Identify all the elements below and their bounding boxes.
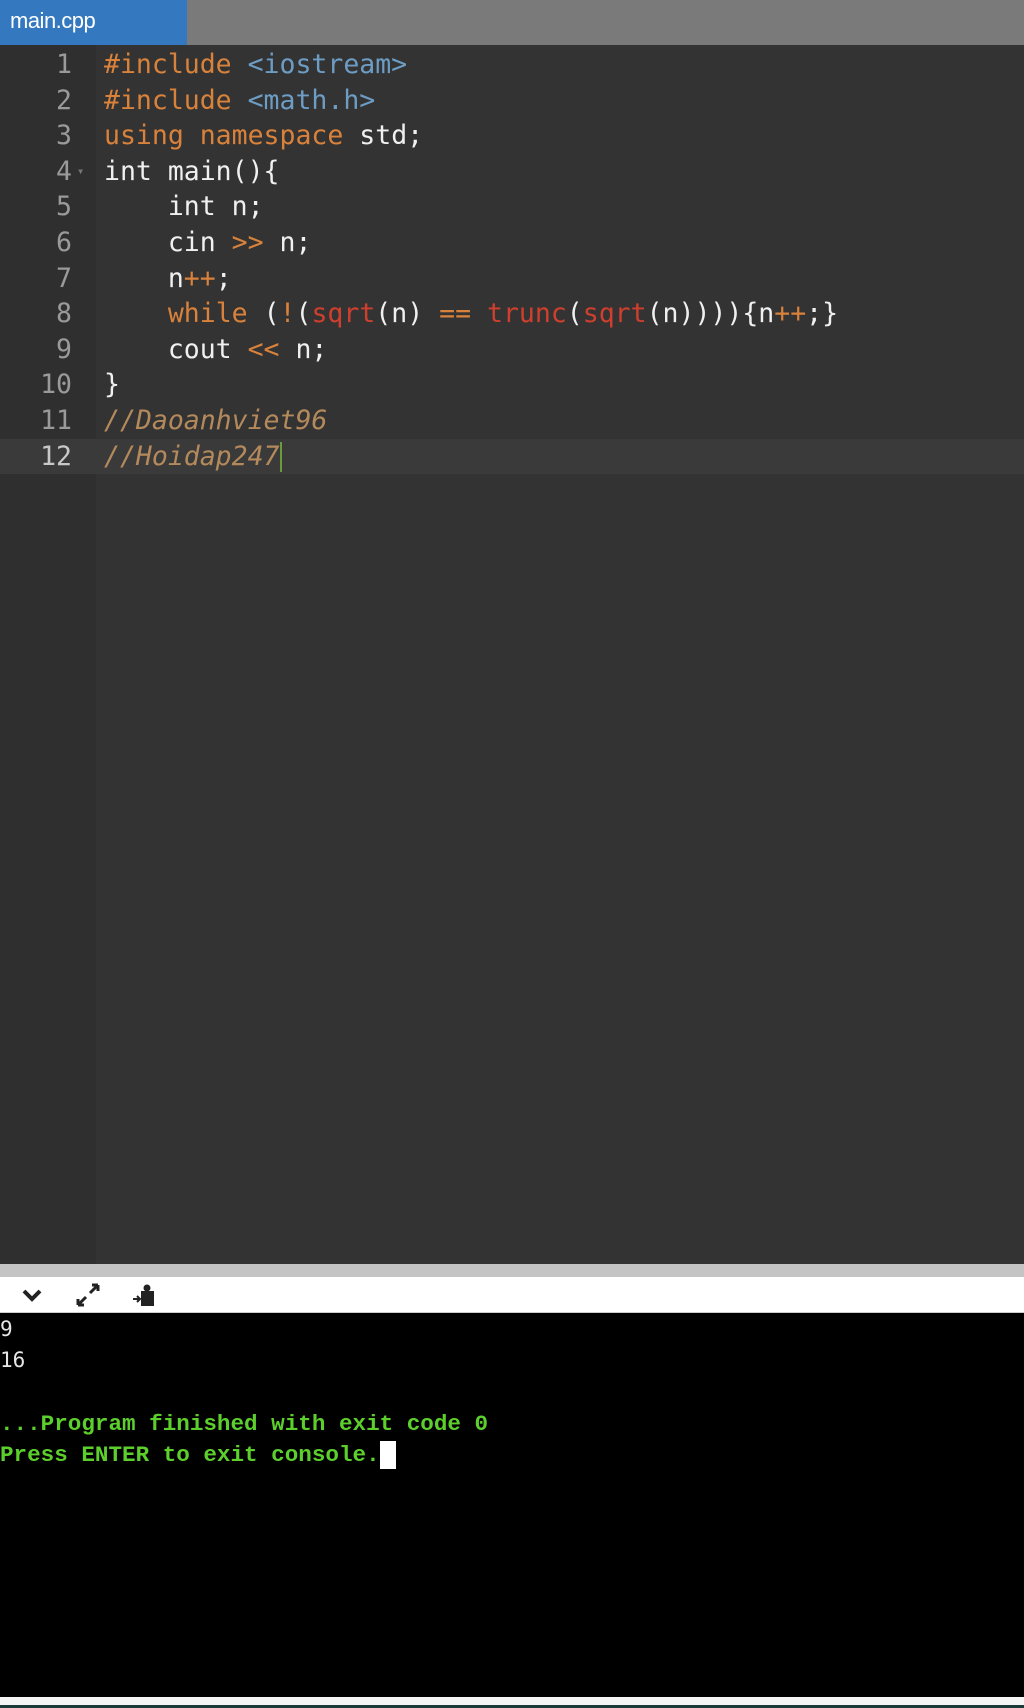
code-token: int n; [104, 191, 264, 223]
exit-prompt-text: Press ENTER to exit console. [0, 1442, 380, 1468]
code-token: (n)))){n [646, 298, 775, 330]
line-number: 2 [56, 84, 72, 116]
code-text: using namespace std; [104, 118, 423, 154]
code-line[interactable]: 5 int n; [0, 189, 1024, 225]
code-text: while (!(sqrt(n) == trunc(sqrt(n)))){n++… [104, 296, 838, 332]
expand-icon[interactable] [74, 1281, 102, 1309]
code-token: ( [295, 298, 312, 330]
code-text: cout << n; [104, 332, 328, 368]
code-token: ++ [774, 298, 807, 330]
code-token: (n) [375, 298, 440, 330]
code-line[interactable]: 10} [0, 367, 1024, 403]
code-token: while [167, 298, 248, 330]
line-number: 5 [56, 191, 72, 223]
chevron-down-icon[interactable] [18, 1281, 46, 1309]
code-token: //Hoidap247 [104, 440, 280, 472]
line-number: 6 [56, 227, 72, 258]
status-bar [0, 1697, 1024, 1705]
code-token: <math.h> [247, 84, 376, 116]
code-line[interactable]: 2 #include <math.h> [0, 83, 1024, 119]
code-token: std; [343, 120, 424, 152]
panel-resize-handle[interactable] [0, 1264, 1024, 1277]
code-token: cout [104, 333, 248, 365]
console-output[interactable]: 9 16 ...Program finished with exit code … [0, 1313, 1024, 1697]
code-token: << [247, 333, 280, 365]
code-token: sqrt [582, 298, 647, 330]
code-text: int main(){ [104, 154, 280, 190]
code-token: >> [231, 227, 264, 258]
line-number: 8 [56, 298, 72, 330]
text-caret [279, 442, 282, 473]
line-number: 3 [56, 120, 72, 152]
stop-icon[interactable] [130, 1281, 158, 1309]
code-text: } [104, 367, 120, 403]
code-token: trunc [487, 298, 567, 330]
code-line[interactable]: 3 using namespace std; [0, 118, 1024, 154]
exit-status-text: ...Program finished with exit code 0 [0, 1411, 489, 1437]
code-line[interactable]: 11 //Daoanhviet96 [0, 403, 1024, 439]
code-token: ++ [183, 262, 216, 294]
code-token: n [104, 262, 184, 294]
tab-main-cpp[interactable]: main.cpp [0, 0, 187, 45]
tab-bar: main.cpp [0, 0, 1024, 45]
code-token: ( [247, 298, 280, 330]
code-token: ! [279, 298, 296, 330]
code-line[interactable]: 1 #include <iostream> [0, 47, 1024, 83]
code-token: == [439, 298, 472, 330]
code-editor[interactable]: 1 #include <iostream> 2 #include <math.h> 3 u… [0, 45, 1024, 1264]
console-output-line: 16 [0, 1348, 26, 1372]
code-line[interactable]: 9 cout << n; [0, 332, 1024, 368]
code-text: //Daoanhviet96 [104, 403, 327, 439]
code-line[interactable]: 8 while (!(sqrt(n) == trunc(sqrt(n)))){n… [0, 296, 1024, 332]
code-line[interactable]: 6 cin >> n; [0, 225, 1024, 261]
code-token: cin [104, 227, 232, 258]
console-cursor [379, 1441, 396, 1470]
code-line[interactable]: 4 ▾ int main(){ [0, 154, 1024, 190]
line-number: 4 [56, 155, 72, 187]
line-number: 10 [40, 369, 72, 401]
code-token: //Daoanhviet96 [104, 405, 328, 436]
line-number: 7 [56, 262, 72, 294]
code-token: } [104, 369, 120, 401]
code-text: n++; [104, 261, 232, 297]
code-token: n; [279, 333, 328, 365]
code-text: int n; [104, 189, 264, 225]
line-number: 1 [56, 49, 72, 80]
code-token: sqrt [311, 298, 376, 330]
fold-toggle-icon[interactable]: ▾ [77, 154, 84, 190]
code-text: cin >> n; [104, 225, 312, 261]
line-number: 12 [40, 440, 72, 472]
code-token: ; [215, 262, 232, 294]
line-number: 9 [56, 333, 72, 365]
code-token: <iostream> [247, 49, 408, 80]
code-token: ( [566, 298, 583, 330]
code-text: #include <iostream> [104, 47, 407, 83]
code-token: int main(){ [104, 155, 280, 187]
line-number: 11 [40, 405, 72, 436]
code-token: #include [104, 49, 248, 80]
code-line[interactable]: 12 //Hoidap247 [0, 438, 1024, 475]
exit-prompt: Press ENTER to exit console. [0, 1439, 396, 1471]
code-token: n; [263, 227, 312, 258]
code-token: ;} [806, 298, 839, 330]
console-toolbar [0, 1277, 1024, 1313]
code-token: #include [104, 84, 248, 116]
code-token: using namespace [104, 120, 344, 152]
console-output-line: 9 [0, 1317, 13, 1341]
code-text: //Hoidap247 [104, 439, 282, 475]
code-line[interactable]: 7 n++; [0, 261, 1024, 297]
code-text: #include <math.h> [104, 83, 375, 119]
